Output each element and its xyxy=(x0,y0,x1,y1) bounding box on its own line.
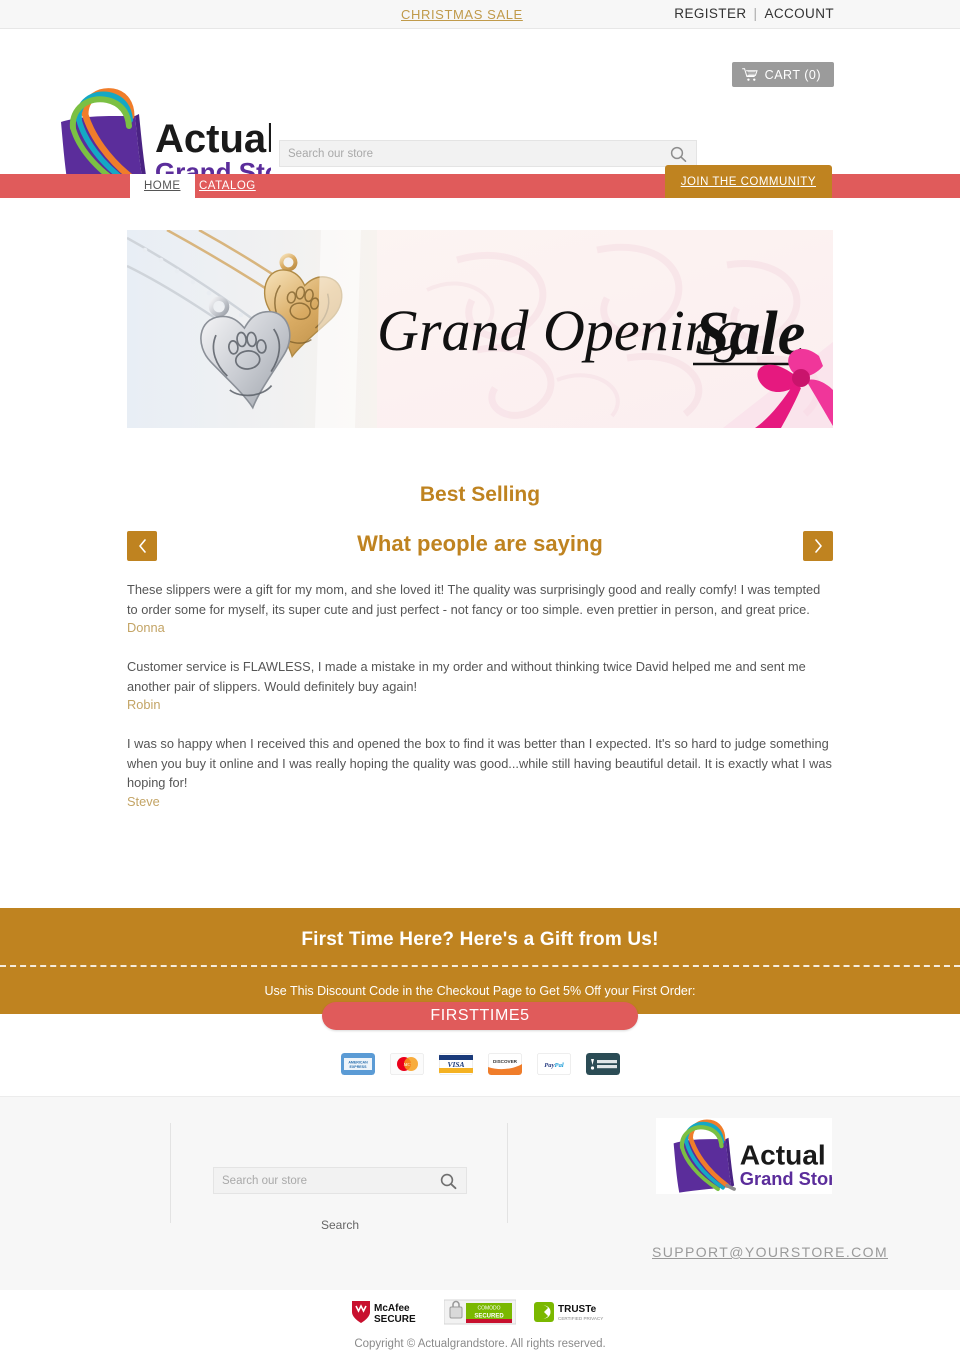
svg-text:AMERICAN: AMERICAN xyxy=(348,1061,368,1065)
copyright-text: Copyright © Actualgrandstore. All rights… xyxy=(354,1338,606,1350)
svg-text:EXPRESS: EXPRESS xyxy=(349,1065,367,1069)
comodo-secured-badge[interactable]: COMODO SECURED xyxy=(444,1298,516,1326)
grand-opening-sale-image: Grand Opening Sale xyxy=(127,230,833,428)
main-nav: HOME CATALOG JOIN THE COMMUNITY xyxy=(0,165,960,198)
promo-subtitle: Use This Discount Code in the Checkout P… xyxy=(264,984,696,998)
site-header: CART (0) Actual Grand Store xyxy=(0,29,960,192)
actual-grand-store-logo-icon: Actual Grand Store xyxy=(673,1119,845,1193)
svg-text:Actual: Actual xyxy=(740,1139,826,1170)
testimonials-prev-button[interactable] xyxy=(127,531,157,561)
join-the-community-button[interactable]: JOIN THE COMMUNITY xyxy=(664,165,832,198)
account-links: REGISTER | ACCOUNT xyxy=(674,6,834,21)
christmas-sale-link[interactable]: CHRISTMAS SALE xyxy=(401,7,523,22)
svg-text:Actual: Actual xyxy=(155,117,271,161)
testimonial-item: Customer service is FLAWLESS, I made a m… xyxy=(127,657,833,712)
testimonial-text: I was so happy when I received this and … xyxy=(127,736,832,790)
discount-code-badge[interactable]: FIRSTTIME5 xyxy=(322,1002,638,1030)
storefront-page: CHRISTMAS SALE REGISTER | ACCOUNT CART (… xyxy=(0,0,960,1357)
svg-text:COMODO: COMODO xyxy=(477,1305,500,1311)
mcafee-secure-badge[interactable]: McAfee SECURE xyxy=(348,1298,428,1326)
testimonials-next-button[interactable] xyxy=(803,531,833,561)
testimonial-text: Customer service is FLAWLESS, I made a m… xyxy=(127,659,806,694)
search-icon[interactable] xyxy=(438,1171,460,1191)
shopping-cart-icon xyxy=(741,67,758,81)
truste-badge[interactable]: TRUSTe CERTIFIED PRIVACY xyxy=(532,1298,612,1326)
svg-text:DISCOVER: DISCOVER xyxy=(493,1059,518,1064)
footer-search-input[interactable] xyxy=(214,1174,438,1187)
footer-search-button[interactable]: Search xyxy=(171,1218,509,1232)
best-selling-heading: Best Selling xyxy=(419,483,541,506)
chevron-left-icon xyxy=(138,539,146,553)
footer-logo[interactable]: Actual Grand Store xyxy=(656,1118,845,1194)
register-link[interactable]: REGISTER xyxy=(674,6,746,21)
search-icon[interactable] xyxy=(668,144,690,164)
testimonial-author: Robin xyxy=(127,697,161,712)
hero-banner[interactable]: Grand Opening Sale xyxy=(127,230,833,428)
testimonial-author: Steve xyxy=(127,793,160,809)
paypal-icon: PayPal xyxy=(536,1053,571,1075)
svg-text:Grand Store: Grand Store xyxy=(740,1168,832,1189)
footer-search-column: Search xyxy=(170,1123,508,1232)
payment-methods: AMERICAN EXPRESS MC VISA DISCOVER PayPal xyxy=(0,1053,960,1075)
svg-text:MC: MC xyxy=(402,1062,411,1067)
promo-title: First Time Here? Here's a Gift from Us! xyxy=(301,929,659,950)
cart-label: CART (0) xyxy=(764,67,821,82)
mastercard-icon: MC xyxy=(389,1053,424,1075)
trust-badges: McAfee SECURE COMODO SECURED TRUSTe CERT… xyxy=(0,1298,960,1326)
footer-search[interactable] xyxy=(213,1167,467,1194)
promo-banner: First Time Here? Here's a Gift from Us! … xyxy=(0,908,960,1030)
svg-text:VISA: VISA xyxy=(447,1060,464,1069)
svg-text:CERTIFIED PRIVACY: CERTIFIED PRIVACY xyxy=(558,1316,603,1321)
search-input[interactable] xyxy=(280,147,668,160)
svg-text:TRUSTe: TRUSTe xyxy=(558,1304,597,1315)
testimonial-text: These slippers were a gift for my mom, a… xyxy=(127,582,821,617)
testimonial-item: I was so happy when I received this and … xyxy=(127,734,833,809)
svg-text:SECURED: SECURED xyxy=(474,1314,504,1320)
nav-item-catalog[interactable]: CATALOG xyxy=(185,174,270,198)
svg-text:PayPal: PayPal xyxy=(544,1062,564,1069)
testimonial-item: These slippers were a gift for my mom, a… xyxy=(127,580,833,635)
link-separator: | xyxy=(753,6,758,21)
utility-topbar: CHRISTMAS SALE REGISTER | ACCOUNT xyxy=(0,0,960,29)
svg-text:SECURE: SECURE xyxy=(374,1314,416,1325)
account-link[interactable]: ACCOUNT xyxy=(764,6,834,21)
cart-button[interactable]: CART (0) xyxy=(731,62,834,87)
header-search[interactable] xyxy=(279,140,697,167)
discover-icon: DISCOVER xyxy=(487,1053,522,1075)
hero-headline-text: Grand Opening xyxy=(377,298,743,363)
promo-divider xyxy=(0,965,960,967)
amazon-payments-icon xyxy=(585,1053,620,1075)
testimonial-author: Donna xyxy=(127,620,165,635)
site-footer: Search Actual Grand Store xyxy=(0,1096,960,1290)
svg-text:McAfee: McAfee xyxy=(374,1303,410,1314)
testimonial-list: These slippers were a gift for my mom, a… xyxy=(127,580,833,831)
amex-icon: AMERICAN EXPRESS xyxy=(340,1053,375,1075)
chevron-right-icon xyxy=(814,539,822,553)
visa-icon: VISA xyxy=(438,1053,473,1075)
support-email-link[interactable]: SUPPORT@YOURSTORE.COM xyxy=(652,1244,888,1260)
